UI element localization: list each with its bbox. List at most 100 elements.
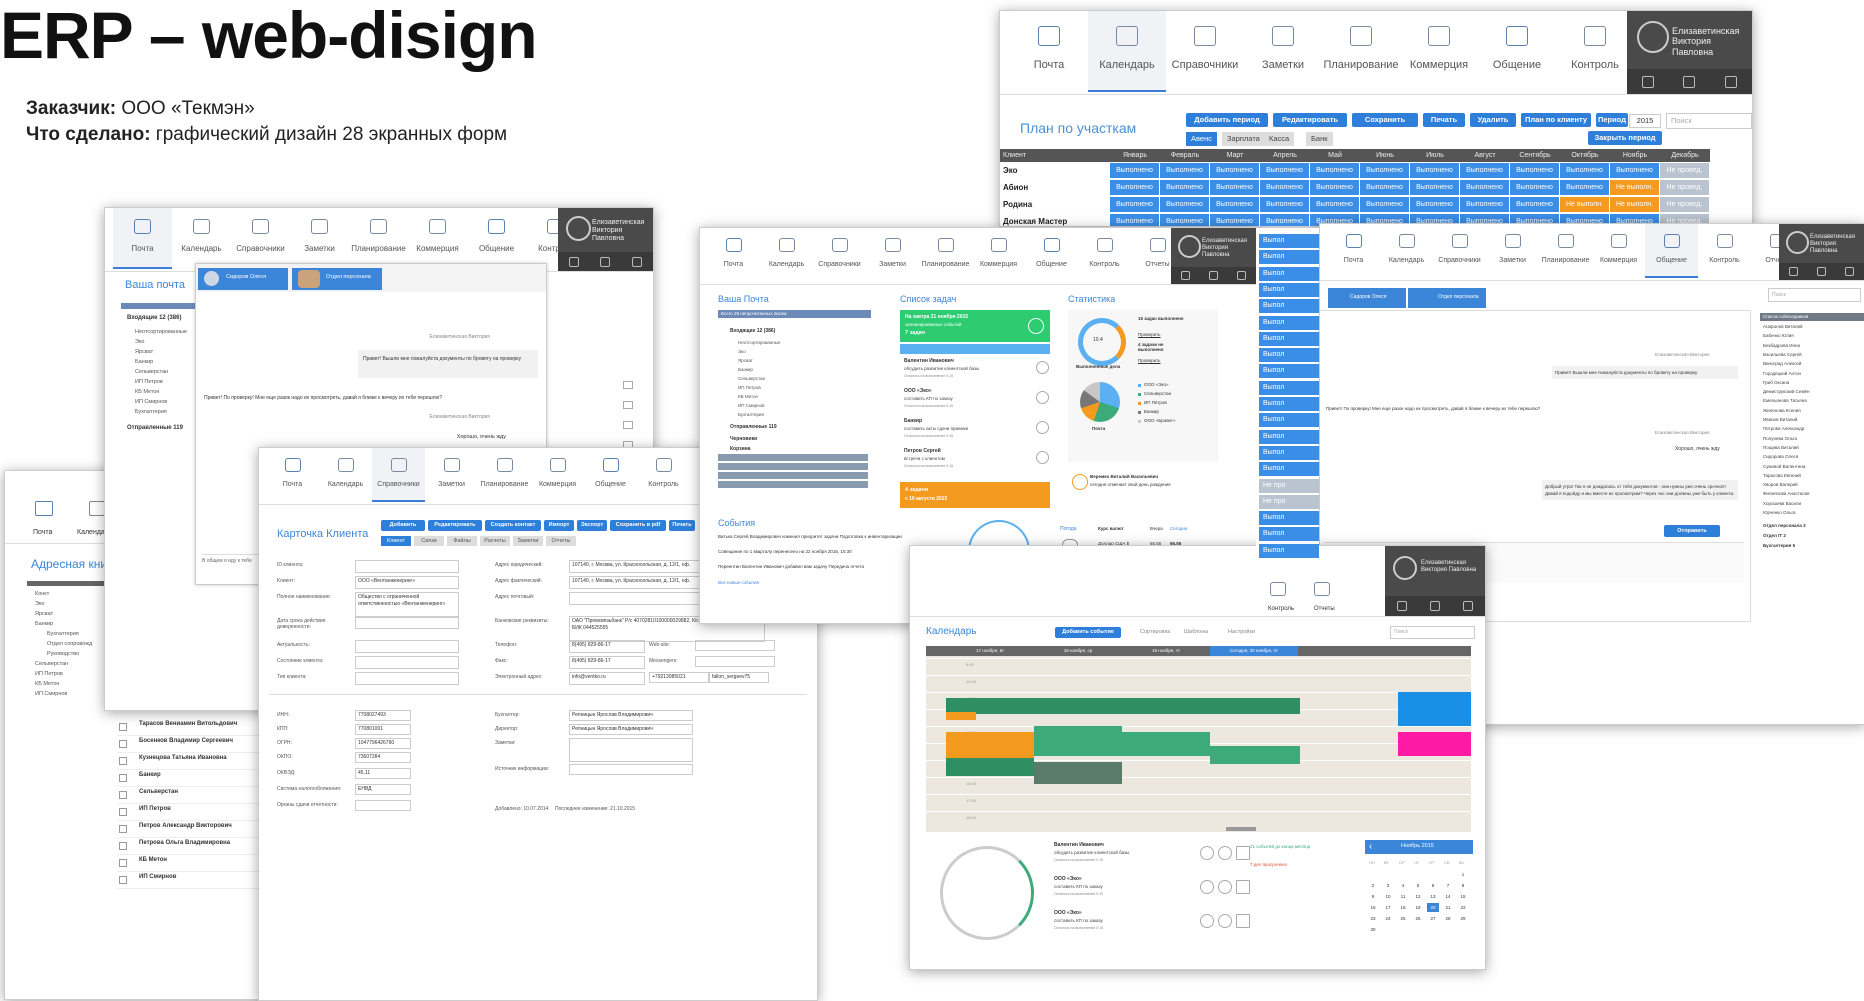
plan-side-cell[interactable]: Выпол [1259,511,1319,526]
card-tab-2[interactable]: Файлы [447,536,477,546]
mail-folder[interactable]: КБ Метон [135,389,159,395]
plan-cell[interactable]: Выполнено [1460,163,1509,178]
nav-item-0[interactable]: Почта [113,208,172,269]
calendar-day[interactable] [1412,870,1424,879]
gear-icon[interactable] [632,256,643,267]
contact-item[interactable]: Петрова Александр [1763,426,1804,431]
home-icon[interactable] [1788,267,1798,276]
mail-account-bar[interactable] [718,454,868,461]
card-tab-5[interactable]: Отчеты [546,536,576,546]
plan-cell[interactable]: Выполнено [1610,163,1659,178]
calendar-day[interactable] [1367,870,1379,879]
mail-folder[interactable]: Бухгалтерия [738,412,764,417]
calendar-icon[interactable] [89,501,105,516]
table-row[interactable]: Тарасов Вениамин Витольдович [117,719,267,736]
plan-cell[interactable]: Не выполн. [1610,180,1659,195]
field-input[interactable]: info@ventko.ru [569,672,645,685]
calendar-day[interactable] [1397,870,1409,879]
mail-folder[interactable]: Банкир [738,367,753,372]
calendar-day[interactable] [1382,870,1394,879]
plan-cell[interactable]: Выполнено [1110,180,1159,195]
checkbox-icon[interactable] [119,859,127,867]
mailbox-inbox[interactable]: Входящие 12 (386) [730,328,775,334]
mail-folder[interactable]: Сельверстан [135,369,168,375]
events-link[interactable]: Все новые события [718,580,759,585]
card-button-1[interactable]: Редактировать [428,520,482,531]
nav-item-5[interactable]: Коммерция [408,208,467,269]
calendar-day[interactable]: 8 [1457,881,1469,890]
close-icon[interactable] [1218,846,1232,860]
day-header[interactable]: 18 ноября, ср [1034,646,1122,656]
plan-side-cell[interactable]: Выпол [1259,331,1319,346]
calendar-day[interactable]: 3 [1382,881,1394,890]
checkbox-icon[interactable] [119,774,127,782]
add-event-button[interactable]: Добавить событие [1055,627,1121,638]
calendar-event[interactable] [1122,698,1210,714]
mailbox-drafts[interactable]: Черновики [730,436,757,442]
card-button-3[interactable]: Импорт [544,520,574,531]
calendar-search-input[interactable]: Поиск [1390,626,1475,639]
plan-cell[interactable]: Выполнено [1210,163,1259,178]
check-icon[interactable] [1036,391,1049,404]
field-input[interactable]: 770801001 [355,724,411,735]
check-icon[interactable] [1200,880,1214,894]
checkbox-icon[interactable] [119,791,127,799]
plan-cell[interactable]: Выполнено [1560,180,1609,195]
plan-side-cell[interactable]: Выпол [1259,348,1319,363]
calendar-day[interactable]: 2 [1367,881,1379,890]
stats-check-link[interactable]: Проверить [1138,358,1161,363]
messenger-field[interactable]: +79213985021 [649,672,709,683]
table-row[interactable]: ИП Смирнов [117,872,267,889]
check-icon[interactable] [1036,361,1049,374]
chat-tab[interactable]: Отдел персонала [1408,288,1486,308]
plan-side-cell[interactable]: Не про [1259,494,1319,509]
mail-account-bar[interactable] [718,481,868,488]
chevron-left-icon[interactable]: ‹ [1369,841,1372,852]
contact-item[interactable]: Хворов Валерий [1763,482,1798,487]
plan-side-cell[interactable]: Выпол [1259,380,1319,395]
nav-item-3[interactable]: Заметки [425,448,478,502]
calendar-day[interactable]: 11 [1397,892,1409,901]
plan-side-cell[interactable]: Выпол [1259,250,1319,265]
plan-cell[interactable]: Выполнено [1210,197,1259,212]
calendar-tab-1[interactable]: Шаблоны [1184,629,1208,635]
calendar-day[interactable] [1442,870,1454,879]
plan-side-cell[interactable]: Выпол [1259,397,1319,411]
field-input[interactable]: ЕНВД [355,784,411,795]
calendar-day[interactable]: 25 [1397,914,1409,923]
field-input[interactable] [355,640,459,653]
calendar-day[interactable]: 17 [1382,903,1394,912]
plan-tab-1[interactable]: Зарплата [1222,132,1265,146]
close-icon[interactable] [1218,914,1232,928]
plan-cell[interactable]: Выполнено [1410,163,1459,178]
plan-cell[interactable]: Не выполн. [1560,197,1609,212]
plan-search-input[interactable]: Поиск [1666,113,1752,129]
calendar-event[interactable] [1034,726,1122,756]
calendar-day[interactable]: 29 [1457,914,1469,923]
calendar-event[interactable] [1210,698,1300,714]
stats-check-link[interactable]: Проверить [1138,332,1161,337]
nav-item-4[interactable]: Планирование [478,448,531,502]
plan-cell[interactable]: Не выполн. [1610,197,1659,212]
mail-folder[interactable]: ИП Смирнов [135,399,167,405]
lock-icon[interactable] [1208,271,1218,280]
field-input[interactable]: 45.11 [355,768,411,779]
contact-item[interactable]: Тарасова Евгений [1763,473,1801,478]
contact-item[interactable]: Сумовой Валентина [1763,464,1805,469]
calendar-day[interactable]: 12 [1412,892,1424,901]
mailbox-sent[interactable]: Отправленные 119 [127,425,183,431]
mail-folder[interactable]: Ярсват [135,349,153,355]
contact-item[interactable]: Виноград Алексей [1763,361,1801,366]
gear-icon[interactable] [1845,267,1855,276]
plan-side-cell[interactable]: Выпол [1259,429,1319,444]
contact-item[interactable]: Филиппова Анастасия [1763,491,1810,496]
plan-button-1[interactable]: Редактировать [1273,113,1347,127]
scrollbar[interactable] [1226,827,1256,831]
calendar-day[interactable] [1427,870,1439,879]
chat-tab-active[interactable]: Сидоров Олеся [1328,288,1406,308]
field-input[interactable]: Репницын Ярослав Владимирович [569,710,693,721]
nav-item-1[interactable]: Календарь [1380,224,1433,278]
plan-cell[interactable]: Выполнено [1310,180,1359,195]
plan-cell[interactable]: Выполнено [1510,197,1559,212]
calendar-day[interactable]: 24 [1382,914,1394,923]
